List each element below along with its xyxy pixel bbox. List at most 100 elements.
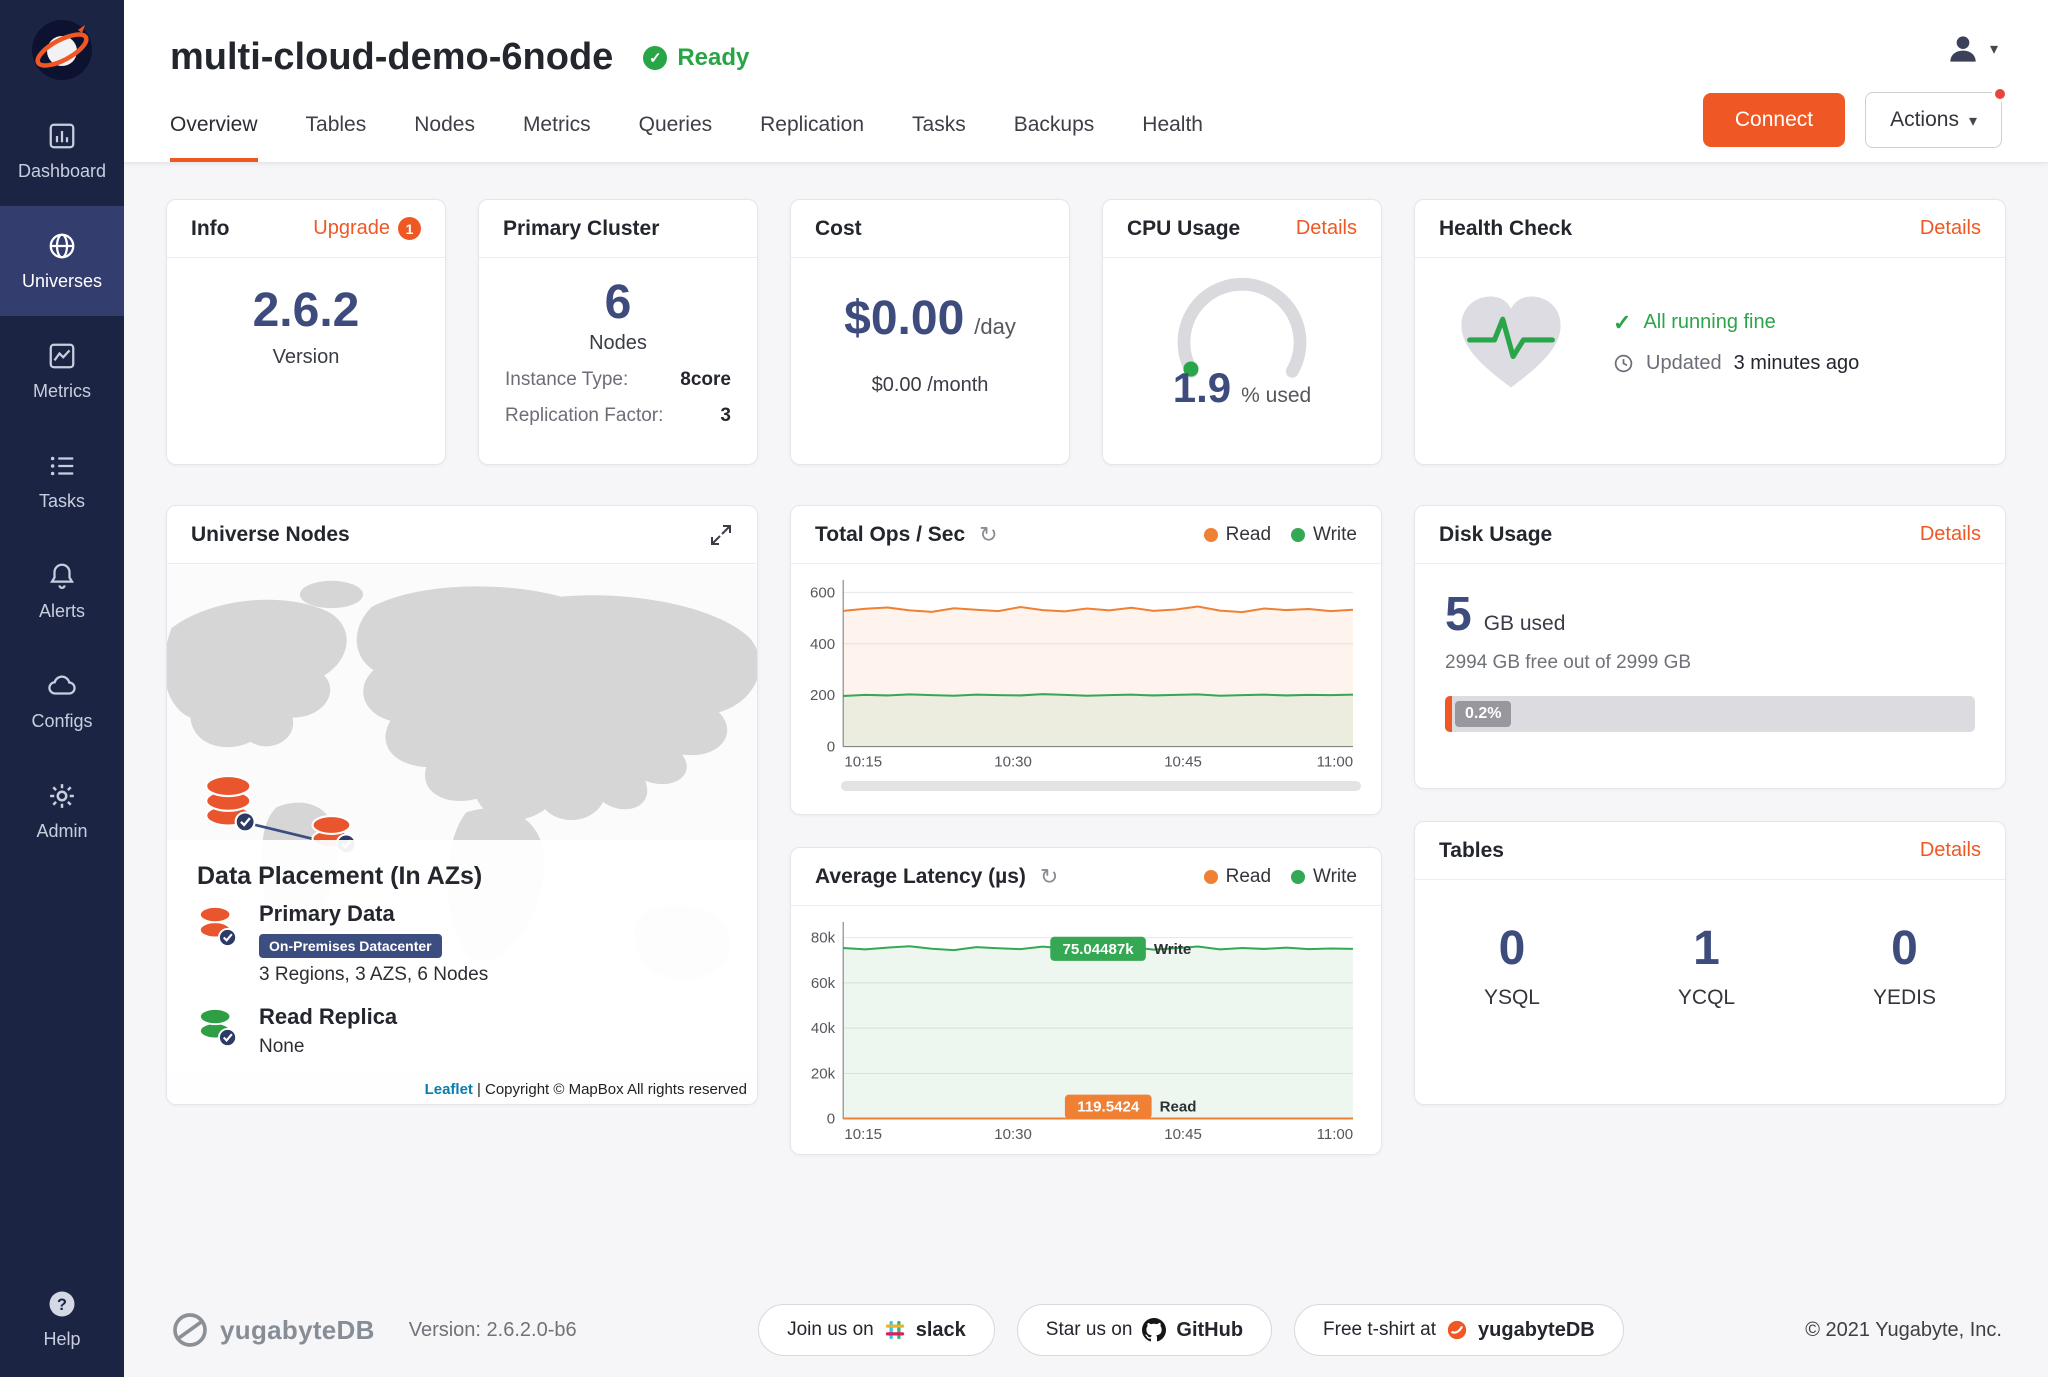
yedis-count-col: 0 YEDIS [1873,924,1936,1010]
status-label: Ready [677,44,749,72]
card-title: Primary Cluster [503,217,659,241]
tables-details-link[interactable]: Details [1920,839,1981,862]
chevron-down-icon: ▾ [1969,113,1977,130]
cpu-details-link[interactable]: Details [1296,217,1357,240]
legend-read-label: Read [1226,866,1271,888]
svg-text:0: 0 [827,739,835,756]
svg-text:200: 200 [810,687,835,704]
upgrade-label: Upgrade [313,217,390,240]
card-title: Health Check [1439,217,1572,241]
sidebar-item-admin[interactable]: Admin [0,756,124,866]
help-icon: ? [47,1289,77,1319]
sidebar-item-label: Admin [36,821,87,842]
slack-link-brand: slack [916,1319,966,1342]
tab-overview[interactable]: Overview [170,89,258,162]
tab-nodes[interactable]: Nodes [414,89,475,162]
write-legend-dot [1291,528,1305,542]
actions-button[interactable]: Actions ▾ [1865,92,2002,148]
read-legend-dot [1204,870,1218,884]
primary-db-icon [197,903,239,951]
card-title: Disk Usage [1439,523,1552,547]
updated-label: Updated [1646,352,1722,375]
attribution-text: | Copyright © MapBox All rights reserved [477,1081,747,1098]
sidebar-item-alerts[interactable]: Alerts [0,536,124,646]
health-details-link[interactable]: Details [1920,217,1981,240]
sidebar-item-label: Configs [31,711,92,732]
cost-per-day-unit: /day [974,314,1016,340]
connect-button[interactable]: Connect [1703,93,1845,147]
sidebar-item-metrics[interactable]: Metrics [0,316,124,426]
sidebar-spacer [0,866,124,1271]
github-link-prefix: Star us on [1046,1319,1133,1341]
alerts-bell-icon [47,561,77,591]
cpu-percent-unit: % used [1241,384,1311,408]
svg-text:Write: Write [1154,941,1191,958]
actions-button-label: Actions [1890,108,1959,131]
tab-tasks[interactable]: Tasks [912,89,966,162]
read-replica-desc: None [259,1036,397,1058]
expand-icon[interactable] [709,523,733,547]
universes-globe-icon [47,231,77,261]
sidebar-item-dashboard[interactable]: Dashboard [0,96,124,206]
sidebar-item-label: Help [43,1329,80,1350]
svg-text:40k: 40k [811,1020,836,1037]
tab-replication[interactable]: Replication [760,89,864,162]
legend-read-label: Read [1226,524,1271,546]
chart-range-selector[interactable] [841,781,1361,791]
upgrade-link[interactable]: Upgrade 1 [313,217,421,240]
svg-text:600: 600 [810,584,835,601]
tab-metrics[interactable]: Metrics [523,89,591,162]
slack-link[interactable]: Join us on slack [758,1304,995,1356]
legend-read: Read [1204,524,1271,546]
sidebar-item-universes[interactable]: Universes [0,206,124,316]
tab-backups[interactable]: Backups [1014,89,1095,162]
card-title: Universe Nodes [191,523,350,547]
tshirt-link[interactable]: Free t-shirt at yugabyteDB [1294,1304,1624,1356]
disk-used-value: 5 [1445,590,1472,640]
primary-data-label: Primary Data [259,901,488,927]
footer-version: Version: 2.6.2.0-b6 [409,1319,577,1342]
card-title: Cost [815,217,862,241]
svg-text:80k: 80k [811,930,836,947]
tab-tables[interactable]: Tables [306,89,367,162]
refresh-icon[interactable]: ↻ [979,522,997,548]
yugabyte-logo[interactable] [0,0,124,96]
legend-write: Write [1291,524,1357,546]
slack-icon [884,1319,906,1341]
ready-check-icon: ✓ [643,46,667,70]
leaflet-link[interactable]: Leaflet [425,1081,473,1098]
sidebar-item-label: Dashboard [18,161,106,182]
planet-logo-icon [30,18,94,82]
ysql-count: 0 [1484,924,1540,974]
svg-text:119.5424: 119.5424 [1077,1099,1140,1116]
upgrade-count-badge: 1 [398,217,421,240]
tab-health[interactable]: Health [1142,89,1203,162]
metrics-icon [47,341,77,371]
footer: yugabyteDB Version: 2.6.2.0-b6 Join us o… [124,1283,2048,1377]
user-menu[interactable]: ▾ [1944,30,1998,68]
status-badge: ✓ Ready [643,44,749,72]
refresh-icon[interactable]: ↻ [1040,864,1058,890]
replica-db-icon [197,1006,239,1050]
yugabyte-footer-logo-icon [170,1310,210,1350]
svg-text:?: ? [57,1295,67,1313]
legend-write-label: Write [1313,866,1357,888]
sidebar-item-label: Metrics [33,381,91,402]
svg-text:75.04487k: 75.04487k [1062,941,1134,958]
version-number: 2.6.2 [167,286,445,336]
sidebar-item-label: Tasks [39,491,85,512]
check-icon: ✓ [1613,310,1631,336]
tshirt-link-brand: yugabyteDB [1478,1319,1595,1342]
node-marker-primary [206,776,254,831]
ysql-label: YSQL [1484,986,1540,1010]
disk-details-link[interactable]: Details [1920,523,1981,546]
dashboard-icon [47,121,77,151]
version-label: Version [167,346,445,369]
sidebar-item-tasks[interactable]: Tasks [0,426,124,536]
sidebar-item-help[interactable]: ? Help [0,1271,124,1367]
svg-text:20k: 20k [811,1065,836,1082]
sidebar-item-configs[interactable]: Configs [0,646,124,756]
tab-queries[interactable]: Queries [639,89,713,162]
github-link[interactable]: Star us on GitHub [1017,1304,1272,1356]
slack-link-prefix: Join us on [787,1319,874,1341]
